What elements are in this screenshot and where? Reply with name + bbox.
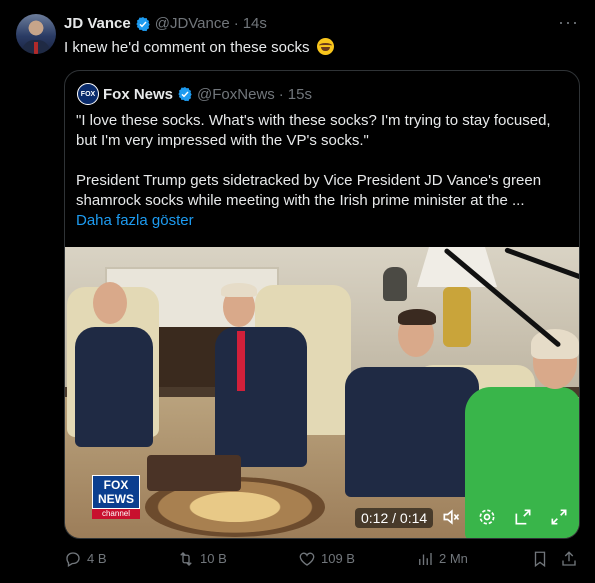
quoted-paragraph-2: President Trump gets sidetracked by Vice…: [76, 172, 542, 209]
fox-news-channel-bug: FOX NEWS channel: [92, 475, 140, 523]
video-scene-red-tie: [237, 331, 245, 391]
video-scene-hair-right: [398, 309, 436, 325]
reply-button[interactable]: 4 B: [64, 550, 107, 568]
quoted-post-header: FOX Fox News @FoxNews · 15s: [77, 83, 312, 105]
video-scene-person-left: [75, 327, 153, 447]
video-scene-bust: [383, 267, 407, 301]
post-text-row: I knew he'd comment on these socks: [64, 38, 334, 56]
post-time[interactable]: 14s: [243, 15, 267, 32]
author-name[interactable]: JD Vance: [64, 15, 131, 32]
reply-count: 4 B: [87, 551, 107, 566]
bug-channel: channel: [92, 509, 140, 519]
verified-badge-icon: [136, 16, 150, 31]
separator-dot: ·: [278, 85, 284, 103]
fox-news-avatar[interactable]: FOX: [77, 83, 99, 105]
quoted-paragraph-1: "I love these socks. What's with these s…: [76, 112, 551, 149]
views-icon: [419, 553, 432, 565]
video-scene-person-center: [215, 327, 307, 467]
bug-fox-news: FOX NEWS: [92, 475, 140, 509]
share-button[interactable]: [560, 550, 578, 568]
post-header: JD Vance @JDVance · 14s: [64, 15, 267, 32]
like-count: 109 B: [321, 551, 355, 566]
repost-icon: [180, 552, 192, 566]
fullscreen-icon[interactable]: [547, 505, 571, 529]
mute-icon[interactable]: [439, 505, 463, 529]
video-time-display: 0:12 / 0:14: [355, 508, 434, 528]
quoted-author-handle[interactable]: @FoxNews: [197, 86, 275, 103]
video-scene-hair-center: [221, 283, 257, 297]
share-icon: [562, 551, 576, 566]
repost-count: 10 B: [200, 551, 227, 566]
settings-icon[interactable]: [475, 505, 499, 529]
author-handle[interactable]: @JDVance: [155, 15, 230, 32]
post-actions: 4 B 10 B 109 B 2 Mn: [64, 548, 580, 572]
minimize-icon[interactable]: [511, 505, 535, 529]
video-scene-table: [147, 455, 241, 491]
bookmark-button[interactable]: [531, 550, 549, 568]
separator-dot: ·: [233, 15, 239, 32]
video-scene-lampbase: [443, 287, 471, 347]
bookmark-icon: [534, 551, 546, 568]
views-count: 2 Mn: [439, 551, 468, 566]
post-text: I knew he'd comment on these socks: [64, 39, 310, 56]
author-avatar[interactable]: [16, 14, 56, 54]
show-more-link[interactable]: Daha fazla göster: [76, 212, 194, 229]
views-button[interactable]: 2 Mn: [416, 550, 468, 568]
verified-badge-icon: [178, 87, 192, 102]
quoted-author-name[interactable]: Fox News: [103, 86, 173, 103]
like-icon: [299, 552, 315, 566]
video-scene-head-left: [93, 282, 127, 324]
avatar-tie: [34, 42, 38, 54]
rolling-laughing-emoji-icon: [316, 38, 334, 55]
quoted-post[interactable]: FOX Fox News @FoxNews · 15s "I love thes…: [64, 70, 580, 539]
repost-button[interactable]: 10 B: [177, 550, 227, 568]
video-scene-person-right: [345, 367, 479, 497]
quoted-post-time[interactable]: 15s: [288, 86, 312, 103]
video-player[interactable]: FOX NEWS channel 0:12 / 0:14: [65, 247, 579, 538]
more-options-icon[interactable]: ···: [558, 12, 579, 33]
like-button[interactable]: 109 B: [298, 550, 355, 568]
reply-icon: [66, 552, 80, 567]
